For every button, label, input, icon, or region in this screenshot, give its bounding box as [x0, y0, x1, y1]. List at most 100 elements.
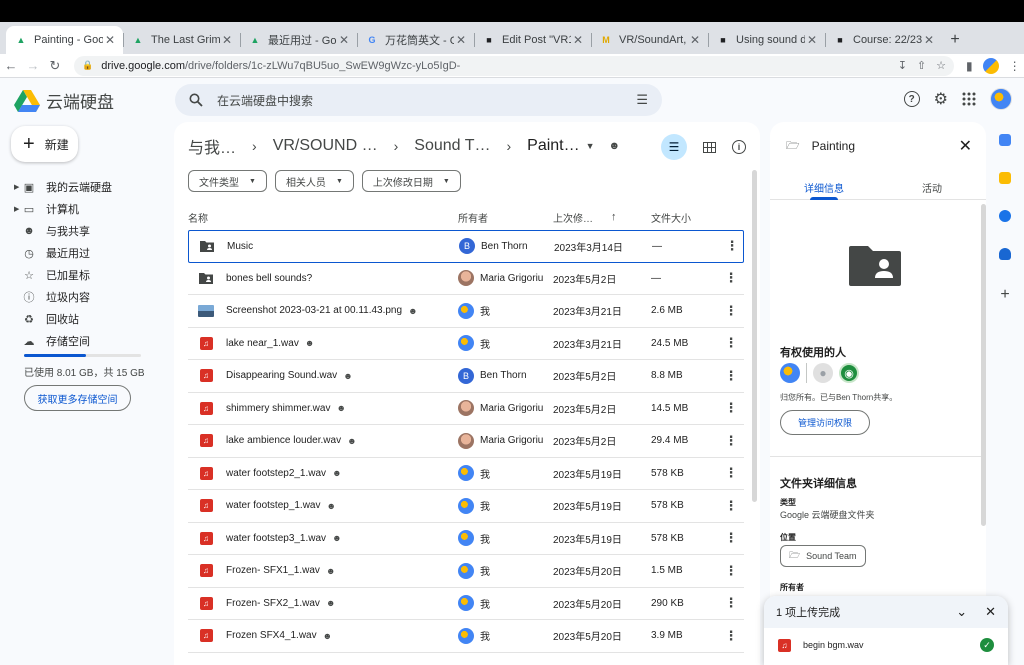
- close-tab-icon[interactable]: ✕: [454, 33, 468, 47]
- more-actions-icon[interactable]: ⋮: [721, 335, 741, 351]
- shared-people-icon[interactable]: ☻: [609, 140, 621, 152]
- address-bar[interactable]: 🔒 drive.google.com/drive/folders/1c-zLWu…: [74, 55, 954, 76]
- more-actions-icon[interactable]: ⋮: [722, 238, 742, 254]
- help-icon[interactable]: ?: [903, 91, 920, 107]
- table-row[interactable]: ♫ Disappearing Sound.wav ☻ B Ben Thorn 2023年5…: [188, 360, 744, 393]
- grid-view-icon[interactable]: [703, 141, 716, 153]
- filter-toggle-icon[interactable]: ☰: [661, 134, 687, 160]
- calendar-icon[interactable]: [999, 134, 1011, 146]
- sidepanel-icon[interactable]: ▮: [966, 59, 973, 73]
- more-actions-icon[interactable]: ⋮: [721, 400, 741, 416]
- browser-tab[interactable]: G 万花筒英文 - Google✕: [357, 26, 474, 54]
- chevron-down-icon[interactable]: ⌄: [956, 604, 967, 620]
- caret-right-icon[interactable]: ▶: [14, 183, 22, 191]
- owner-avatar[interactable]: [780, 363, 800, 383]
- sidebar-item[interactable]: ▶ ▣ 我的云端硬盘: [14, 176, 164, 198]
- browser-tab[interactable]: ▲ Painting - Google Drive✕: [6, 26, 123, 54]
- filter-chip[interactable]: 文件类型 ▼: [188, 170, 267, 192]
- tab-details[interactable]: 详细信息: [770, 172, 878, 200]
- sidebar-item[interactable]: ⓘ 垃圾内容: [14, 286, 164, 308]
- close-tab-icon[interactable]: ✕: [571, 33, 585, 47]
- drive-logo[interactable]: 云端硬盘: [14, 88, 114, 113]
- table-row[interactable]: ♫ lake near_1.wav ☻ 我 2023年3月21日 24.5 MB ⋮: [188, 328, 744, 360]
- browser-tab[interactable]: M VR/SoundArt, Online✕: [591, 26, 708, 54]
- new-tab-icon[interactable]: +: [942, 26, 968, 54]
- table-row[interactable]: ♫ water footstep_1.wav ☻ 我 2023年5月19日 578 KB ⋮: [188, 490, 744, 523]
- download-icon[interactable]: ↧: [898, 59, 907, 72]
- sidebar-item[interactable]: ♻ 回收站: [14, 308, 164, 330]
- forward-icon[interactable]: →: [22, 58, 44, 73]
- search-options-icon[interactable]: ☰: [636, 92, 648, 108]
- browser-tab[interactable]: ▲ The Last Grimm Tale✕: [123, 26, 240, 54]
- more-actions-icon[interactable]: ⋮: [721, 465, 741, 481]
- sidebar-item[interactable]: ☁ 存储空间: [14, 330, 164, 352]
- more-actions-icon[interactable]: ⋮: [721, 270, 741, 286]
- tasks-icon[interactable]: [999, 210, 1011, 222]
- add-addon-icon[interactable]: +: [994, 286, 1016, 304]
- settings-gear-icon[interactable]: ⚙: [934, 89, 948, 109]
- tab-activity[interactable]: 活动: [878, 172, 986, 199]
- table-row[interactable]: Music B Ben Thorn 2023年3月14日 — ⋮: [188, 230, 744, 263]
- browser-tab[interactable]: ■ Course: 22/23 Coll✕: [825, 26, 942, 54]
- table-row[interactable]: ♫ Frozen- SFX1_1.wav ☻ 我 2023年5月20日 1.5 MB ⋮: [188, 555, 744, 588]
- sidebar-item[interactable]: ◷ 最近用过: [14, 242, 164, 264]
- browser-tab[interactable]: ▲ 最近用过 - Google Drive✕: [240, 26, 357, 54]
- table-row[interactable]: bones bell sounds? Maria Grigoriu 2023年5月2…: [188, 263, 744, 295]
- new-button[interactable]: + 新建: [11, 126, 78, 162]
- more-actions-icon[interactable]: ⋮: [721, 433, 741, 449]
- search-input[interactable]: 在云端硬盘中搜索: [217, 92, 313, 109]
- table-row[interactable]: ♫ shimmery shimmer.wav ☻ Maria Grigoriu 2023…: [188, 393, 744, 425]
- table-row[interactable]: Screenshot 2023-03-21 at 00.11.43.png ☻ 我 2…: [188, 295, 744, 328]
- profile-avatar[interactable]: [982, 57, 999, 74]
- more-actions-icon[interactable]: ⋮: [721, 563, 741, 579]
- lock-icon[interactable]: 🔒: [82, 60, 93, 71]
- table-row[interactable]: ♫ Frozen SFX4_1.wav ☻ 我 2023年5月20日 3.9 MB ⋮: [188, 620, 744, 653]
- sidebar-item[interactable]: ☆ 已加星标: [14, 264, 164, 286]
- account-avatar[interactable]: [990, 88, 1012, 110]
- breadcrumb-item[interactable]: 与我…: [188, 134, 236, 158]
- col-owner[interactable]: 所有者: [458, 210, 553, 225]
- more-actions-icon[interactable]: ⋮: [721, 628, 741, 644]
- more-actions-icon[interactable]: ⋮: [721, 595, 741, 611]
- close-tab-icon[interactable]: ✕: [220, 33, 234, 47]
- col-name[interactable]: 名称: [188, 210, 458, 225]
- more-actions-icon[interactable]: ⋮: [721, 368, 741, 384]
- search-bar[interactable]: 在云端硬盘中搜索 ☰: [175, 84, 662, 116]
- browser-tab[interactable]: ■ Using sound design✕: [708, 26, 825, 54]
- back-icon[interactable]: ←: [0, 58, 22, 73]
- breadcrumb-current[interactable]: Paint…: [527, 137, 579, 155]
- close-icon[interactable]: ✕: [959, 136, 972, 156]
- get-more-storage-button[interactable]: 获取更多存储空间: [24, 385, 131, 411]
- file-list-scrollbar[interactable]: [752, 170, 757, 502]
- info-icon[interactable]: i: [732, 140, 746, 154]
- keep-icon[interactable]: [999, 172, 1011, 184]
- contacts-icon[interactable]: [999, 248, 1011, 260]
- col-modified[interactable]: 上次修… ↑: [553, 210, 651, 225]
- filter-chip[interactable]: 相关人员 ▼: [274, 170, 354, 192]
- col-size[interactable]: 文件大小: [651, 210, 691, 225]
- more-actions-icon[interactable]: ⋮: [721, 530, 741, 546]
- manage-access-button[interactable]: 管理访问权限: [780, 410, 870, 435]
- breadcrumb-item[interactable]: Sound T…: [414, 137, 490, 155]
- close-tab-icon[interactable]: ✕: [922, 33, 936, 47]
- globe-icon[interactable]: ◉: [839, 363, 859, 383]
- reload-icon[interactable]: ↻: [44, 58, 66, 74]
- table-row[interactable]: ♫ water footstep2_1.wav ☻ 我 2023年5月19日 578 KB…: [188, 458, 744, 490]
- apps-grid-icon[interactable]: [962, 92, 976, 106]
- close-tab-icon[interactable]: ✕: [337, 33, 351, 47]
- location-chip[interactable]: 🗁 Sound Team: [780, 545, 866, 567]
- browser-tab[interactable]: ■ Edit Post "VR12–W✕: [474, 26, 591, 54]
- sort-arrow-up-icon[interactable]: ↑: [611, 211, 617, 223]
- close-tab-icon[interactable]: ✕: [805, 33, 819, 47]
- close-tab-icon[interactable]: ✕: [103, 33, 117, 47]
- table-row[interactable]: ♫ lake ambience louder.wav ☻ Maria Grigoriu…: [188, 425, 744, 458]
- person-icon[interactable]: ●: [813, 363, 833, 383]
- table-row[interactable]: ♫ water footstep3_1.wav ☻ 我 2023年5月19日 578 KB…: [188, 523, 744, 555]
- upload-item[interactable]: ♫ begin bgm.wav ✓: [764, 628, 1008, 662]
- close-icon[interactable]: ✕: [985, 604, 996, 620]
- breadcrumb-item[interactable]: VR/SOUND …: [273, 137, 378, 155]
- browser-menu-icon[interactable]: ⋮: [1009, 59, 1021, 73]
- search-icon[interactable]: [189, 93, 203, 107]
- share-icon[interactable]: ⇧: [917, 59, 926, 72]
- caret-right-icon[interactable]: ▶: [14, 205, 22, 213]
